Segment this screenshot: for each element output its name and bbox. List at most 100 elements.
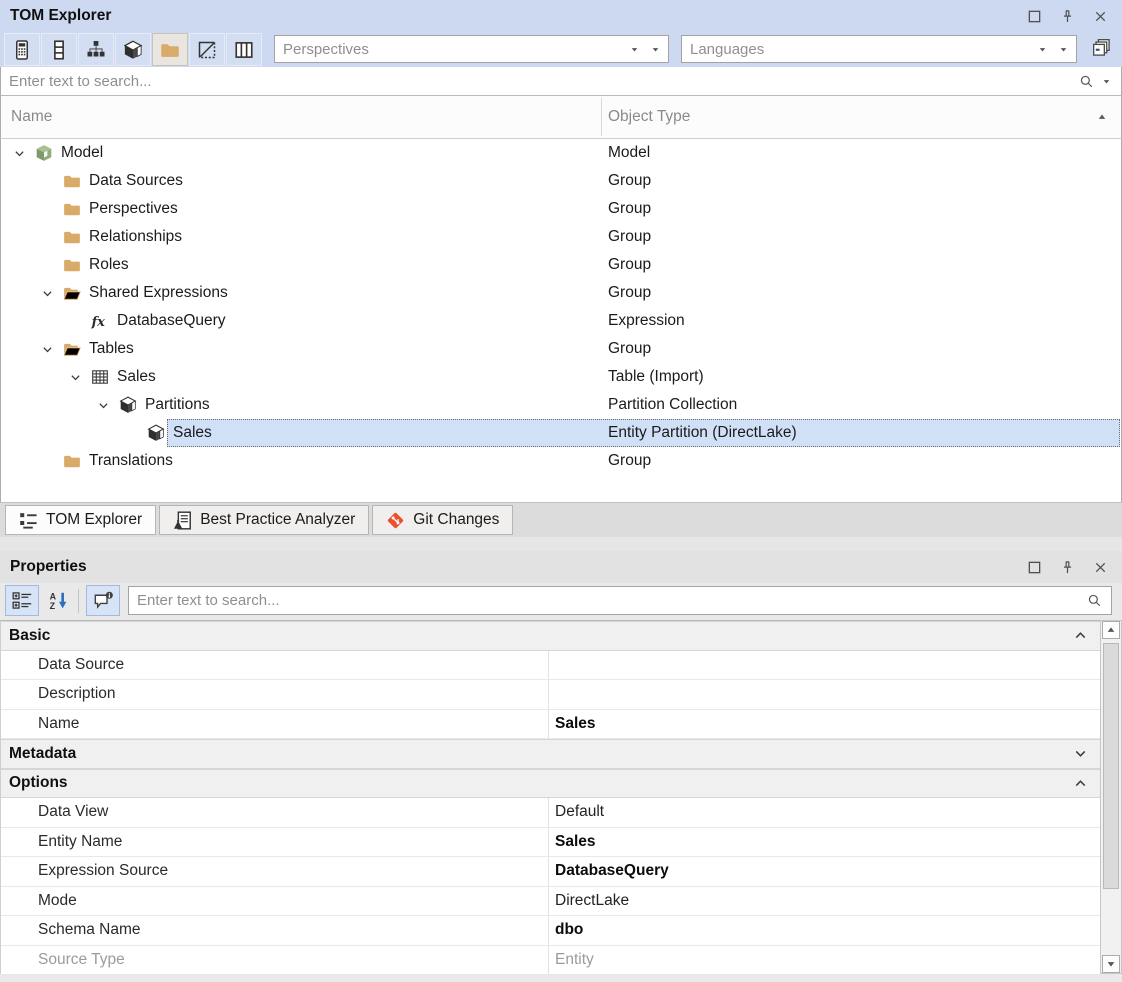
tab-git-changes[interactable]: Git Changes — [372, 505, 513, 535]
pin-button[interactable] — [1055, 555, 1079, 579]
tab-label: TOM Explorer — [46, 511, 142, 529]
tree-indent — [1, 405, 97, 406]
object-type-column-header[interactable]: Object Type — [608, 108, 690, 126]
chevron-down-icon — [97, 399, 110, 412]
tree-row-tables[interactable]: TablesGroup — [1, 335, 1121, 363]
chevron-down-icon[interactable] — [1073, 746, 1088, 761]
search-icon[interactable] — [1087, 593, 1102, 608]
layout-windows-button[interactable] — [1088, 36, 1114, 62]
pin-button[interactable] — [1055, 4, 1079, 28]
property-value[interactable]: DirectLake — [548, 887, 1100, 916]
tab-tom-explorer[interactable]: TOM Explorer — [5, 505, 156, 535]
categorized-view-button[interactable] — [5, 585, 39, 616]
scroll-up-button[interactable] — [1102, 621, 1120, 639]
chevron-down-icon — [69, 371, 82, 384]
folder-open-icon — [63, 340, 81, 358]
search-icon[interactable] — [1079, 74, 1094, 89]
property-label: Description — [1, 685, 116, 703]
maximize-button[interactable] — [1022, 555, 1046, 579]
tree-item-label: Sales — [173, 424, 212, 442]
expander-chevron-down-icon[interactable] — [41, 342, 63, 356]
chevron-down-icon[interactable] — [630, 45, 639, 54]
alphabetical-sort-button[interactable]: AZ — [41, 585, 75, 616]
languages-combo[interactable]: Languages — [681, 35, 1077, 63]
category-row-options[interactable]: Options — [1, 769, 1100, 799]
tree-item-label: Partitions — [145, 396, 210, 414]
property-value[interactable] — [548, 651, 1100, 680]
sort-ascending-icon[interactable] — [1096, 112, 1108, 122]
expander-chevron-down-icon[interactable] — [97, 398, 119, 412]
folder-closed-icon — [63, 452, 81, 470]
column-divider[interactable] — [601, 98, 602, 136]
expander-chevron-down-icon[interactable] — [41, 286, 63, 300]
property-label: Name — [1, 715, 79, 733]
chevron-down-icon[interactable] — [1038, 45, 1047, 54]
scroll-down-button[interactable] — [1102, 955, 1120, 973]
property-row-expression-source: Expression SourceDatabaseQuery — [1, 857, 1100, 887]
tree-item-label: Data Sources — [89, 172, 183, 190]
metadata-columns-toggle[interactable] — [226, 33, 262, 66]
description-tooltip-button[interactable] — [86, 585, 120, 616]
expander-chevron-down-icon[interactable] — [69, 370, 91, 384]
folders-toggle[interactable] — [152, 33, 188, 66]
property-label: Data Source — [1, 656, 124, 674]
tree-row-model[interactable]: ModelModel — [1, 139, 1121, 167]
close-button[interactable] — [1088, 4, 1112, 28]
property-value[interactable]: Sales — [548, 710, 1100, 739]
pin-icon — [1060, 560, 1075, 575]
chevron-down-icon[interactable] — [1059, 45, 1068, 54]
partitions-toggle[interactable] — [115, 33, 151, 66]
tree-row-sales[interactable]: SalesEntity Partition (DirectLake) — [1, 419, 1121, 447]
tab-best-practice-analyzer[interactable]: Best Practice Analyzer — [159, 505, 369, 535]
property-value[interactable]: Entity — [548, 946, 1100, 975]
categorized-icon — [12, 591, 33, 610]
svg-text:Z: Z — [49, 601, 55, 610]
tree-row-roles[interactable]: RolesGroup — [1, 251, 1121, 279]
expander-chevron-down-icon[interactable] — [13, 146, 35, 160]
tree-row-relationships[interactable]: RelationshipsGroup — [1, 223, 1121, 251]
tree-indent — [1, 293, 41, 294]
perspectives-combo[interactable]: Perspectives — [274, 35, 669, 63]
properties-search-input[interactable] — [135, 591, 1084, 610]
object-type-cell: Model — [608, 144, 650, 162]
name-column-header[interactable]: Name — [11, 108, 52, 126]
folder-open-icon — [63, 284, 81, 302]
property-value[interactable] — [548, 680, 1100, 709]
tree-row-databasequery[interactable]: fxDatabaseQueryExpression — [1, 307, 1121, 335]
tree-row-partitions[interactable]: PartitionsPartition Collection — [1, 391, 1121, 419]
maximize-button[interactable] — [1022, 4, 1046, 28]
tree-row-perspectives[interactable]: PerspectivesGroup — [1, 195, 1121, 223]
property-value[interactable]: Sales — [548, 828, 1100, 857]
properties-titlebar: Properties — [0, 551, 1122, 583]
property-value[interactable]: Default — [548, 798, 1100, 827]
tree-item-label: Roles — [89, 256, 129, 274]
hidden-objects-toggle[interactable] — [189, 33, 225, 66]
chevron-down-icon[interactable] — [651, 45, 660, 54]
property-value[interactable]: DatabaseQuery — [548, 857, 1100, 886]
tree-row-sales[interactable]: SalesTable (Import) — [1, 363, 1121, 391]
tree-item-label: Sales — [117, 368, 156, 386]
property-grid-scrollbar[interactable] — [1100, 620, 1122, 974]
measures-toggle[interactable] — [4, 33, 40, 66]
object-type-cell: Group — [608, 452, 651, 470]
tom-search-input[interactable] — [7, 72, 1075, 91]
tree-row-shared-expressions[interactable]: Shared ExpressionsGroup — [1, 279, 1121, 307]
tree-row-translations[interactable]: TranslationsGroup — [1, 447, 1121, 475]
category-row-metadata[interactable]: Metadata — [1, 739, 1100, 769]
scrollbar-thumb[interactable] — [1103, 643, 1119, 889]
category-row-basic[interactable]: Basic — [1, 621, 1100, 651]
chevron-up-icon[interactable] — [1073, 628, 1088, 643]
property-value[interactable]: dbo — [548, 916, 1100, 945]
chevron-up-icon[interactable] — [1073, 776, 1088, 791]
tree-row-data-sources[interactable]: Data SourcesGroup — [1, 167, 1121, 195]
bpa-tab-icon — [173, 511, 192, 530]
search-options-chevron-icon[interactable] — [1102, 77, 1111, 86]
panel-title: TOM Explorer — [10, 7, 111, 25]
columns-toggle[interactable] — [41, 33, 77, 66]
folder-closed-icon — [63, 228, 81, 246]
close-icon — [1093, 560, 1108, 575]
folder-icon — [160, 40, 180, 60]
close-button[interactable] — [1088, 555, 1112, 579]
hierarchies-toggle[interactable] — [78, 33, 114, 66]
chevron-down-icon — [41, 343, 54, 356]
